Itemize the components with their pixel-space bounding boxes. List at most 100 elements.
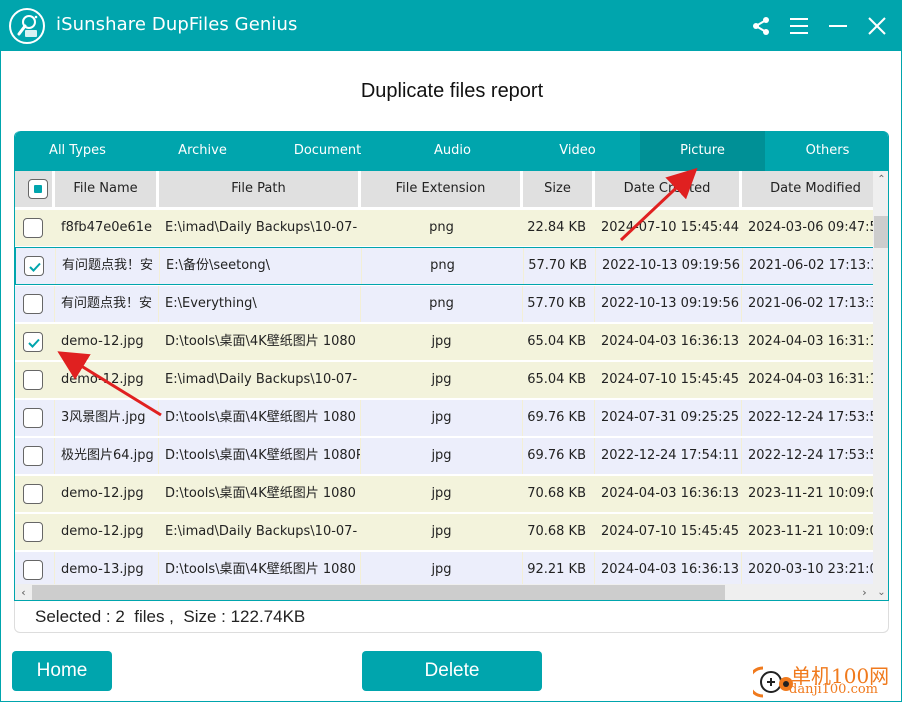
row-checkbox[interactable]	[23, 484, 43, 504]
column-header-file-name[interactable]: File Name	[55, 171, 159, 207]
selection-summary: Selected : 2 files , Size : 122.74KB	[35, 607, 306, 626]
row-checkbox[interactable]	[23, 218, 43, 238]
cell-date-created: 2024-04-03 16:36:13	[595, 324, 742, 360]
cell-select	[15, 324, 55, 360]
cell-file-extension: png	[362, 248, 524, 284]
row-checkbox[interactable]	[23, 294, 43, 314]
cell-file-name: demo-12.jpg	[55, 324, 159, 360]
checkmark-icon	[29, 262, 41, 272]
column-header-date-created[interactable]: Date Created	[595, 171, 742, 207]
tab-video[interactable]: Video	[515, 131, 640, 171]
cell-date-created: 2024-07-10 15:45:44	[595, 210, 742, 246]
row-checkbox[interactable]	[23, 332, 43, 352]
watermark: 单机100网 danji100.com	[753, 660, 902, 702]
cell-size: 57.70 KB	[524, 248, 596, 284]
tab-document[interactable]: Document	[265, 131, 390, 171]
app-window: iSunshare DupFiles Genius Duplicate file…	[0, 0, 902, 702]
row-checkbox[interactable]	[23, 560, 43, 580]
cell-date-created: 2022-10-13 09:19:56	[596, 248, 743, 284]
cell-file-path: E:\imad\Daily Backups\10-07-	[159, 362, 361, 398]
table-row[interactable]: demo-13.jpg D:\tools\桌面\4K壁纸图片 1080 jpg 92.…	[15, 551, 873, 584]
cell-file-extension: png	[361, 286, 523, 322]
cell-date-created: 2022-12-24 17:54:11	[595, 438, 742, 474]
row-checkbox[interactable]	[23, 370, 43, 390]
cell-file-path: D:\tools\桌面\4K壁纸图片 1080	[159, 400, 361, 436]
file-type-tabs: All Types Archive Document Audio Video P…	[15, 131, 888, 171]
cell-file-extension: jpg	[361, 324, 523, 360]
home-button[interactable]: Home	[12, 651, 112, 691]
scroll-right-icon[interactable]: ›	[856, 584, 873, 600]
cell-select	[16, 248, 56, 284]
cell-file-name: f8fb47e0e61e	[55, 210, 159, 246]
scroll-down-icon[interactable]: ⌄	[873, 584, 888, 600]
vertical-scroll-thumb[interactable]	[874, 216, 888, 248]
menu-icon[interactable]	[785, 12, 813, 40]
horizontal-scroll-thumb[interactable]	[32, 585, 725, 600]
minimize-icon[interactable]	[824, 12, 852, 40]
table-row[interactable]: 有问题点我！安 E:\备份\seetong\ png 57.70 KB 2022-10-…	[15, 247, 873, 285]
cell-file-name: 极光图片64.jpg	[55, 438, 159, 474]
horizontal-scrollbar[interactable]: ‹ ›	[15, 584, 873, 600]
row-checkbox[interactable]	[23, 446, 43, 466]
cell-date-modified: 2024-04-03 16:31:1	[742, 324, 873, 360]
column-header-date-modified[interactable]: Date Modified	[742, 171, 873, 207]
app-logo-icon	[9, 8, 45, 44]
tab-all-types[interactable]: All Types	[15, 131, 140, 171]
table-row[interactable]: demo-12.jpg E:\imad\Daily Backups\10-07- j…	[15, 361, 873, 399]
cell-file-extension: jpg	[361, 514, 523, 550]
row-checkbox[interactable]	[24, 256, 44, 276]
cell-date-modified: 2024-03-06 09:47:5	[742, 210, 873, 246]
cell-date-modified: 2024-04-03 16:31:1	[742, 362, 873, 398]
column-header-file-extension[interactable]: File Extension	[361, 171, 523, 207]
scroll-up-icon[interactable]: ⌃	[873, 171, 888, 188]
table-row[interactable]: 极光图片64.jpg D:\tools\桌面\4K壁纸图片 1080P\ jpg 69…	[15, 437, 873, 475]
table-row[interactable]: demo-12.jpg D:\tools\桌面\4K壁纸图片 1080 jpg 65.…	[15, 323, 873, 361]
table-row[interactable]: f8fb47e0e61e E:\imad\Daily Backups\10-07-…	[15, 209, 873, 247]
cell-file-name: 3风景图片.jpg	[55, 400, 159, 436]
cell-date-modified: 2023-11-21 10:09:0	[742, 514, 873, 550]
cell-size: 70.68 KB	[523, 476, 595, 512]
column-header-file-path[interactable]: File Path	[159, 171, 361, 207]
close-icon[interactable]	[863, 12, 891, 40]
row-checkbox[interactable]	[23, 408, 43, 428]
tab-others[interactable]: Others	[765, 131, 888, 171]
cell-file-name: demo-12.jpg	[55, 362, 159, 398]
cell-select	[15, 514, 55, 550]
tab-audio[interactable]: Audio	[390, 131, 515, 171]
cell-date-modified: 2020-03-10 23:21:0	[742, 552, 873, 584]
cell-select	[15, 286, 55, 322]
results-panel: All Types Archive Document Audio Video P…	[14, 131, 889, 601]
report-title: Duplicate files report	[360, 80, 544, 102]
share-icon[interactable]	[747, 12, 775, 40]
tab-picture[interactable]: Picture	[640, 131, 765, 171]
cell-file-name: demo-13.jpg	[55, 552, 159, 584]
table-row[interactable]: 有问题点我！安 E:\Everything\ png 57.70 KB 2022-10-…	[15, 285, 873, 323]
cell-date-created: 2024-07-10 15:45:45	[595, 362, 742, 398]
cell-size: 65.04 KB	[523, 324, 595, 360]
cell-date-modified: 2021-06-02 17:13:3	[743, 248, 873, 284]
column-header-size[interactable]: Size	[523, 171, 595, 207]
row-checkbox[interactable]	[23, 522, 43, 542]
table-row[interactable]: demo-12.jpg D:\tools\桌面\4K壁纸图片 1080 jpg 70.…	[15, 475, 873, 513]
cell-file-extension: png	[361, 210, 523, 246]
cell-select	[15, 210, 55, 246]
duplicate-files-table: File Name File Path File Extension Size …	[15, 171, 873, 584]
cell-select	[15, 476, 55, 512]
cell-size: 69.76 KB	[523, 400, 595, 436]
cell-file-name: demo-12.jpg	[55, 476, 159, 512]
vertical-scrollbar[interactable]: ⌃	[873, 171, 888, 584]
cell-size: 70.68 KB	[523, 514, 595, 550]
cell-file-extension: jpg	[361, 476, 523, 512]
cell-select	[15, 552, 55, 584]
select-all-cell	[15, 171, 55, 207]
cell-date-created: 2024-04-03 16:36:13	[595, 552, 742, 584]
cell-file-extension: jpg	[361, 552, 523, 584]
cell-date-modified: 2022-12-24 17:53:5	[742, 438, 873, 474]
scroll-left-icon[interactable]: ‹	[15, 584, 32, 600]
delete-button[interactable]: Delete	[362, 651, 542, 691]
table-row[interactable]: demo-12.jpg E:\imad\Daily Backups\10-07- j…	[15, 513, 873, 551]
title-bar: iSunshare DupFiles Genius	[1, 0, 902, 51]
select-all-checkbox[interactable]	[27, 179, 48, 199]
tab-archive[interactable]: Archive	[140, 131, 265, 171]
table-row[interactable]: 3风景图片.jpg D:\tools\桌面\4K壁纸图片 1080 jpg 69.76…	[15, 399, 873, 437]
